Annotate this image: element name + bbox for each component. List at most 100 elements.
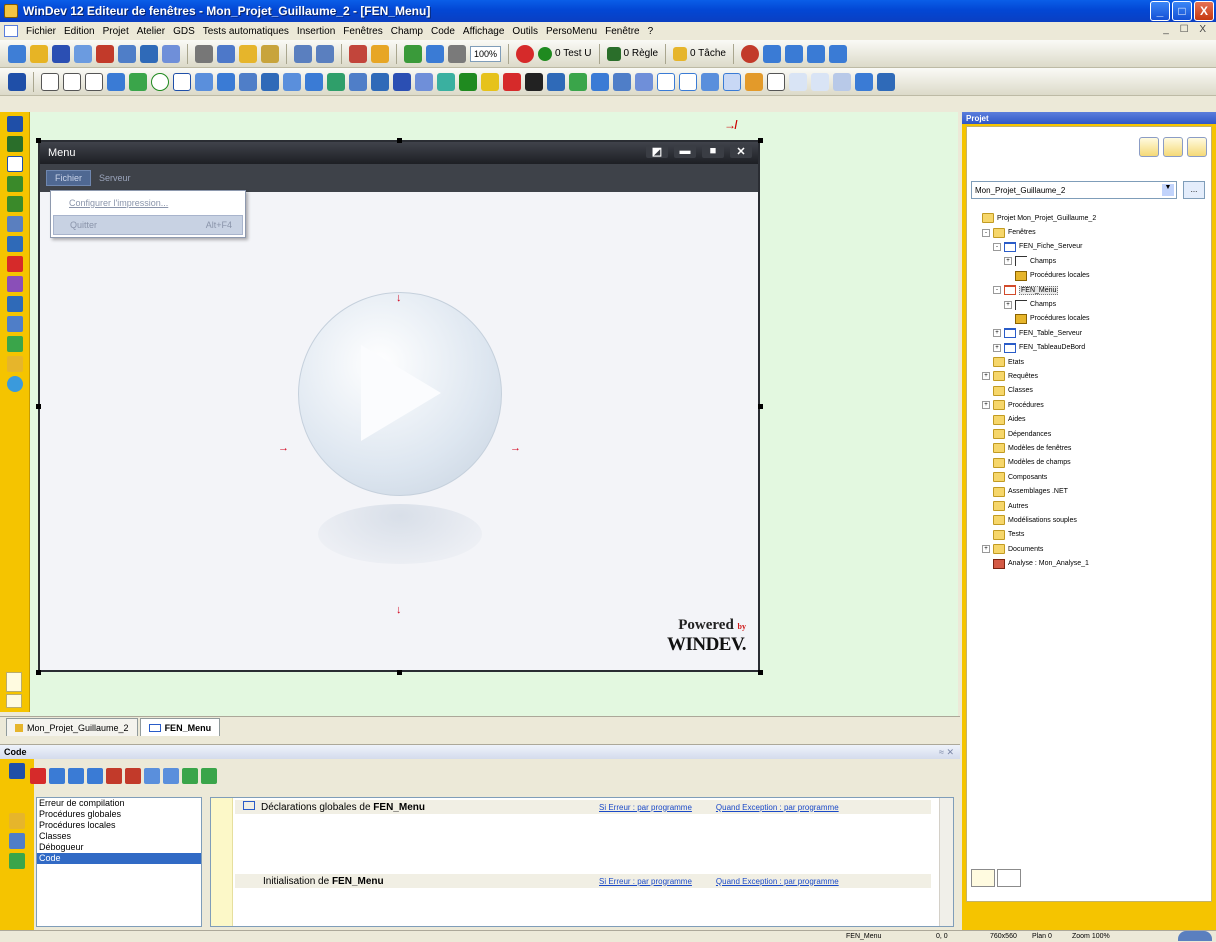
scroll-field-icon[interactable] xyxy=(349,72,367,91)
align-grid-icon[interactable] xyxy=(789,72,807,91)
grid-icon[interactable] xyxy=(6,236,23,252)
tree-item[interactable]: - Fenêtres xyxy=(971,225,1211,239)
fen-minimize-icon[interactable]: ▬ xyxy=(674,145,696,158)
image-icon[interactable] xyxy=(6,316,23,332)
image-field-icon[interactable] xyxy=(129,72,147,91)
step-over-icon[interactable] xyxy=(784,44,803,63)
tree-item[interactable]: Projet Mon_Projet_Guillaume_2 xyxy=(971,211,1211,225)
si-erreur-link[interactable]: Si Erreur : par programme xyxy=(599,877,692,886)
tree-item[interactable]: Etats xyxy=(971,355,1211,369)
preview-icon[interactable] xyxy=(426,44,444,63)
style-icon[interactable] xyxy=(6,276,23,292)
step-out-icon[interactable] xyxy=(806,44,825,63)
copy-icon[interactable] xyxy=(217,44,235,63)
ruler-icon[interactable] xyxy=(6,176,23,192)
spin-field-icon[interactable] xyxy=(393,72,411,91)
code-category-item[interactable]: Débogueur xyxy=(37,842,201,853)
button-field-icon[interactable] xyxy=(107,72,125,91)
menu-item[interactable]: Edition xyxy=(60,26,99,37)
tree-item[interactable]: Procédures locales xyxy=(971,269,1211,283)
menu-item[interactable]: Fichier xyxy=(22,26,60,37)
barcode-field-icon[interactable] xyxy=(525,72,543,91)
tree-item[interactable]: Analyse : Mon_Analyse_1 xyxy=(971,556,1211,570)
tree-item[interactable]: Assemblages .NET xyxy=(971,484,1211,498)
expand-icon[interactable]: + xyxy=(982,401,990,410)
listview-field-icon[interactable] xyxy=(217,72,235,91)
menu-item[interactable]: Atelier xyxy=(133,26,169,37)
tree-item[interactable]: + Champs xyxy=(971,254,1211,268)
code-back-icon[interactable] xyxy=(144,768,160,784)
quand-exception-link[interactable]: Quand Exception : par programme xyxy=(716,803,839,812)
code-member-icon[interactable] xyxy=(125,768,141,784)
report-icon[interactable] xyxy=(140,44,158,63)
expand-icon[interactable]: + xyxy=(993,329,1001,338)
navigate-icon[interactable] xyxy=(9,763,25,779)
internal-window-icon[interactable] xyxy=(723,72,741,91)
resize-handle[interactable] xyxy=(36,138,41,143)
window-editor-canvas[interactable]: ↛ Menu ◩ ▬ ■ ✕ Fichier Serveur Configure… xyxy=(30,112,958,716)
tab-fen-menu[interactable]: FEN_Menu xyxy=(139,718,221,736)
test-counter[interactable]: 0 Test U xyxy=(538,46,592,61)
undo-icon[interactable] xyxy=(294,44,312,63)
web-field-icon[interactable] xyxy=(415,72,433,91)
tab-field-icon[interactable] xyxy=(569,72,587,91)
distribute-icon[interactable] xyxy=(811,72,829,91)
edited-window-fen-menu[interactable]: Menu ◩ ▬ ■ ✕ Fichier Serveur Configurer … xyxy=(38,140,760,672)
tree-item[interactable]: + Procédures xyxy=(971,398,1211,412)
test-window-icon[interactable] xyxy=(516,44,535,63)
resize-handle[interactable] xyxy=(397,670,402,675)
resize-handle[interactable] xyxy=(758,138,763,143)
project-view-icon[interactable] xyxy=(1139,137,1159,157)
combo-dropdown-icon[interactable]: ▼ xyxy=(1162,184,1174,196)
rectangle-field-icon[interactable] xyxy=(679,72,697,91)
graph-field-icon[interactable] xyxy=(327,72,345,91)
tree-item[interactable]: + FEN_TableauDeBord xyxy=(971,341,1211,355)
color-icon[interactable] xyxy=(6,256,23,272)
splitter-field-icon[interactable] xyxy=(591,72,609,91)
palette-toggle-bottom[interactable] xyxy=(6,694,22,708)
menu-item-configurer-impression[interactable]: Configurer l'impression... xyxy=(53,193,243,213)
analysis-icon[interactable] xyxy=(96,44,114,63)
fen-close-icon[interactable]: ✕ xyxy=(730,145,752,158)
code-report-icon[interactable] xyxy=(68,768,84,784)
code-split-icon[interactable] xyxy=(182,768,198,784)
zoom-select[interactable]: 100% xyxy=(470,45,502,62)
close-button[interactable]: X xyxy=(1194,1,1214,21)
grid-icon[interactable] xyxy=(404,44,422,63)
tree-item[interactable]: Aides xyxy=(971,412,1211,426)
menu-item[interactable]: Fenêtres xyxy=(339,26,386,37)
redo-icon[interactable] xyxy=(316,44,334,63)
resize-handle[interactable] xyxy=(36,404,41,409)
menu-item[interactable]: Insertion xyxy=(293,26,339,37)
align-left-icon[interactable] xyxy=(6,136,23,152)
window-icon[interactable] xyxy=(118,44,136,63)
collapse-icon[interactable]: - xyxy=(993,242,1001,251)
paste-icon[interactable] xyxy=(239,44,257,63)
code-category-list[interactable]: Erreur de compilation Procédures globales… xyxy=(36,797,202,927)
tree-item[interactable]: Modélisations souples xyxy=(971,513,1211,527)
activex-field-icon[interactable] xyxy=(459,72,477,91)
globe-icon[interactable] xyxy=(6,376,23,392)
menu-item[interactable]: Tests automatiques xyxy=(199,26,293,37)
toolbar-field-icon[interactable] xyxy=(547,72,565,91)
si-erreur-link[interactable]: Si Erreur : par programme xyxy=(599,803,692,812)
rule-counter[interactable]: 0 Règle xyxy=(606,46,658,61)
resize-handle[interactable] xyxy=(36,670,41,675)
tree-item[interactable]: Classes xyxy=(971,384,1211,398)
template-icon[interactable] xyxy=(767,72,785,91)
code-scrollbar[interactable] xyxy=(939,798,953,926)
style-icon[interactable] xyxy=(371,44,389,63)
menu-item[interactable]: ? xyxy=(644,26,658,37)
search-icon[interactable] xyxy=(9,853,25,869)
menu-item[interactable]: Outils xyxy=(508,26,542,37)
expand-icon[interactable]: + xyxy=(1004,300,1012,309)
cut-icon[interactable] xyxy=(195,44,213,63)
static-field-icon[interactable] xyxy=(63,72,81,91)
ole-field-icon[interactable] xyxy=(437,72,455,91)
star-field-icon[interactable] xyxy=(481,72,499,91)
window-view-icon[interactable] xyxy=(1187,137,1207,157)
fen-restore-icon[interactable]: ◩ xyxy=(646,145,668,158)
tab-order-icon[interactable] xyxy=(855,72,873,91)
code-category-item[interactable]: Code xyxy=(37,853,201,864)
chart-icon[interactable] xyxy=(745,72,763,91)
